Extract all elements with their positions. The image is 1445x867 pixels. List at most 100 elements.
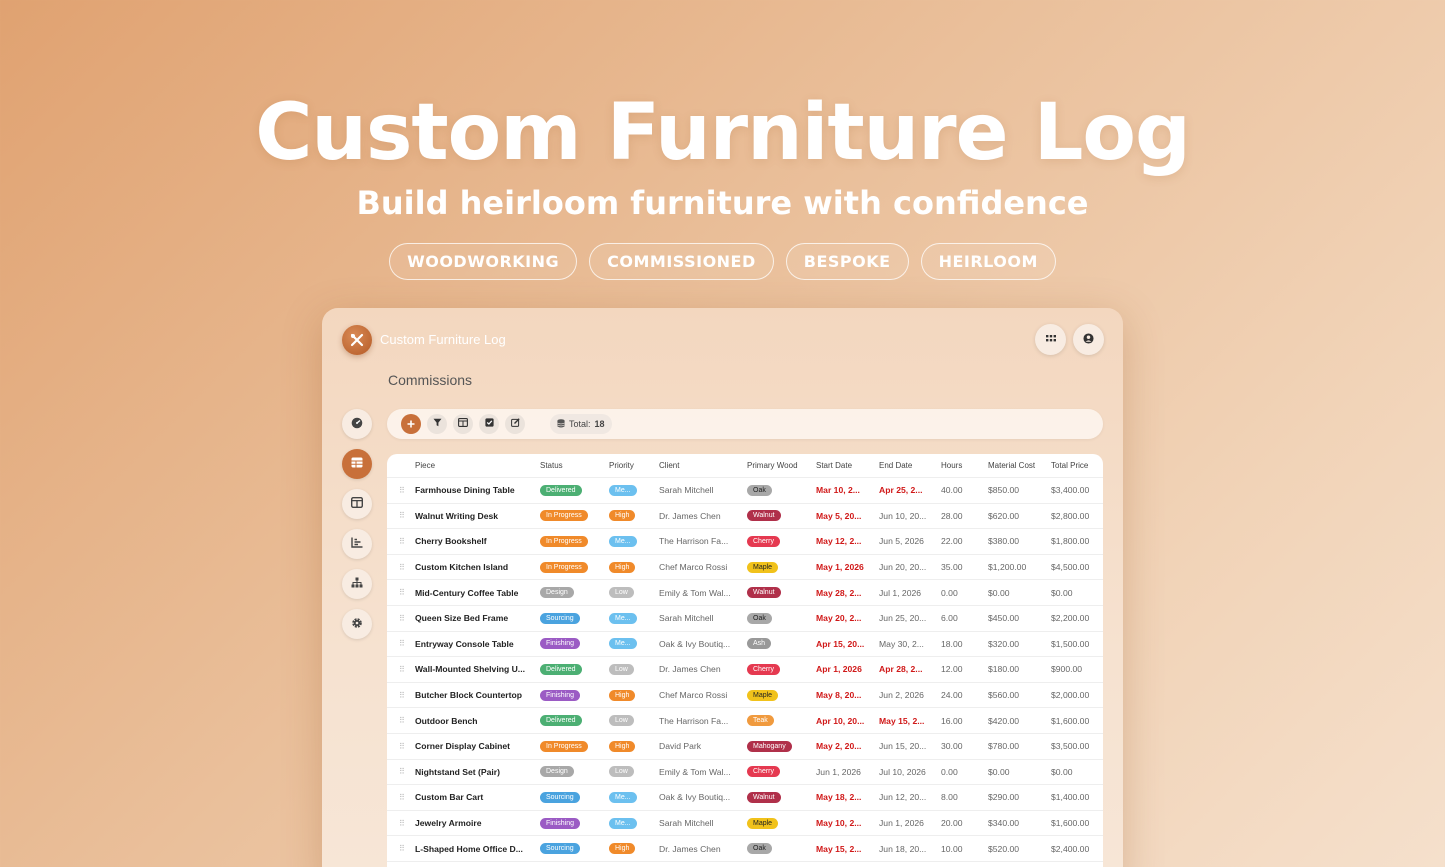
drag-handle-icon[interactable]: ⠿: [399, 785, 409, 810]
board-icon: [350, 496, 364, 511]
edit-button[interactable]: [505, 414, 525, 434]
cell-piece: Corner Display Cabinet: [415, 741, 511, 752]
cell-client: David Park: [659, 741, 702, 752]
filter-icon: [433, 418, 442, 430]
cell-client: Emily & Tom Wal...: [659, 766, 731, 777]
wood-badge: Maple: [747, 561, 779, 573]
hero-title: Custom Furniture Log: [255, 88, 1191, 178]
edit-icon: [510, 418, 520, 430]
drag-handle-icon[interactable]: ⠿: [399, 478, 409, 503]
plus-icon: [407, 417, 415, 432]
column-header-primary-wood[interactable]: Primary Wood: [747, 454, 809, 477]
column-header-end-date[interactable]: End Date: [879, 454, 934, 477]
wood-badge: Ash: [747, 638, 772, 650]
cell-client: Chef Marco Rossi: [659, 562, 728, 573]
cell-material-cost: $0.00: [988, 766, 1010, 777]
sidebar-item-board[interactable]: [342, 489, 372, 519]
tools-icon[interactable]: [342, 325, 372, 355]
table-row[interactable]: ⠿ Queen Size Bed Frame Sourcing Me... Sarah …: [387, 606, 1103, 632]
add-button[interactable]: [401, 414, 421, 434]
status-badge: Delivered: [540, 484, 582, 496]
cell-start-date: May 12, 2...: [816, 536, 862, 547]
table-row[interactable]: ⠿ Cherry Bookshelf In Progress Me... The Har…: [387, 529, 1103, 555]
cell-total-price: $1,500.00: [1051, 638, 1090, 649]
cell-material-cost: $620.00: [988, 510, 1020, 521]
cell-end-date: Jun 5, 2026: [879, 536, 924, 547]
sidebar-item-dashboard[interactable]: [342, 409, 372, 439]
drag-handle-icon[interactable]: ⠿: [399, 504, 409, 529]
cell-hours: 6.00: [941, 613, 958, 624]
select-button[interactable]: [479, 414, 499, 434]
table-row[interactable]: ⠿ Nightstand Set (Pair) Design Low Emily & T…: [387, 760, 1103, 786]
cell-priority: Me...: [609, 811, 654, 836]
cell-total-price: $1,600.00: [1051, 715, 1090, 726]
column-header-hours[interactable]: Hours: [941, 454, 981, 477]
table-row[interactable]: ⠿ Entryway Console Table Finishing Me... Oak…: [387, 632, 1103, 658]
drag-handle-icon[interactable]: ⠿: [399, 760, 409, 785]
cell-primary-wood: Walnut: [747, 580, 809, 605]
cell-priority: Low: [609, 657, 654, 682]
sidebar-item-chart[interactable]: [342, 529, 372, 559]
priority-badge: High: [609, 843, 636, 855]
column-header-priority[interactable]: Priority: [609, 454, 654, 477]
cell-priority: High: [609, 836, 654, 861]
table-row[interactable]: ⠿ Custom Bar Cart Sourcing Me... Oak & Ivy B…: [387, 785, 1103, 811]
cell-material-cost: $420.00: [988, 715, 1020, 726]
table-row[interactable]: ⠿ Butcher Block Countertop Finishing High Ch…: [387, 683, 1103, 709]
cell-primary-wood: Oak: [747, 478, 809, 503]
drag-handle-icon[interactable]: ⠿: [399, 708, 409, 733]
wood-badge: Cherry: [747, 663, 781, 675]
column-header-client[interactable]: Client: [659, 454, 739, 477]
columns-button[interactable]: [453, 414, 473, 434]
cell-total-price: $4,500.00: [1051, 562, 1090, 573]
cell-start-date: Apr 1, 2026: [816, 664, 862, 675]
table-row[interactable]: ⠿ Corner Display Cabinet In Progress High Da…: [387, 734, 1103, 760]
table-row[interactable]: ⠿ Farmhouse Dining Table Delivered Me... Sar…: [387, 478, 1103, 504]
sidebar-item-settings[interactable]: [342, 609, 372, 639]
drag-handle-icon[interactable]: ⠿: [399, 606, 409, 631]
cell-material-cost: $780.00: [988, 741, 1020, 752]
drag-handle-icon[interactable]: ⠿: [399, 580, 409, 605]
column-header-piece[interactable]: Piece: [415, 454, 530, 477]
table-row[interactable]: ⠿ Walnut Writing Desk In Progress High Dr. J…: [387, 504, 1103, 530]
total-label: Total:: [569, 419, 591, 429]
drag-handle-icon[interactable]: ⠿: [399, 734, 409, 759]
drag-handle-icon[interactable]: ⠿: [399, 811, 409, 836]
cell-total-price: $1,600.00: [1051, 818, 1090, 829]
table-row[interactable]: ⠿ Mid-Century Coffee Table Design Low Emily …: [387, 580, 1103, 606]
table-row[interactable]: ⠿ Outdoor Bench Delivered Low The Harrison F…: [387, 708, 1103, 734]
table-row[interactable]: ⠿ Custom Kitchen Island In Progress High Che…: [387, 555, 1103, 581]
cell-material-cost: $560.00: [988, 690, 1020, 701]
table-row[interactable]: ⠿ Jewelry Armoire Finishing Me... Sarah Mitc…: [387, 811, 1103, 837]
sidebar-item-hierarchy[interactable]: [342, 569, 372, 599]
table-body: ⠿ Farmhouse Dining Table Delivered Me... Sar…: [387, 478, 1103, 862]
cell-status: In Progress: [540, 529, 600, 554]
cell-status: Design: [540, 580, 600, 605]
cell-end-date: Apr 25, 2...: [879, 485, 923, 496]
table-row[interactable]: ⠿ L-Shaped Home Office D... Sourcing High Dr…: [387, 836, 1103, 862]
wood-badge: Cherry: [747, 535, 781, 547]
cell-piece: Jewelry Armoire: [415, 818, 482, 829]
cell-piece: Walnut Writing Desk: [415, 510, 499, 521]
column-header-material-cost[interactable]: Material Cost: [988, 454, 1044, 477]
drag-handle-icon[interactable]: ⠿: [399, 683, 409, 708]
drag-handle-icon[interactable]: ⠿: [399, 836, 409, 861]
column-header-start-date[interactable]: Start Date: [816, 454, 871, 477]
cell-end-date: Jun 1, 2026: [879, 818, 924, 829]
drag-handle-icon[interactable]: ⠿: [399, 657, 409, 682]
account-button[interactable]: [1073, 324, 1104, 355]
cell-priority: Me...: [609, 529, 654, 554]
column-header-total-price[interactable]: Total Price: [1051, 454, 1101, 477]
filter-button[interactable]: [427, 414, 447, 434]
status-badge: Finishing: [540, 638, 581, 650]
apps-button[interactable]: [1035, 324, 1066, 355]
sidebar-item-table[interactable]: [342, 449, 372, 479]
drag-handle-icon[interactable]: ⠿: [399, 529, 409, 554]
cell-primary-wood: Cherry: [747, 760, 809, 785]
column-header-status[interactable]: Status: [540, 454, 600, 477]
drag-handle-icon[interactable]: ⠿: [399, 632, 409, 657]
table-row[interactable]: ⠿ Wall-Mounted Shelving U... Delivered Low D…: [387, 657, 1103, 683]
drag-handle-icon[interactable]: ⠿: [399, 555, 409, 580]
table-toolbar: Total: 18: [387, 409, 1103, 439]
status-badge: Delivered: [540, 715, 582, 727]
